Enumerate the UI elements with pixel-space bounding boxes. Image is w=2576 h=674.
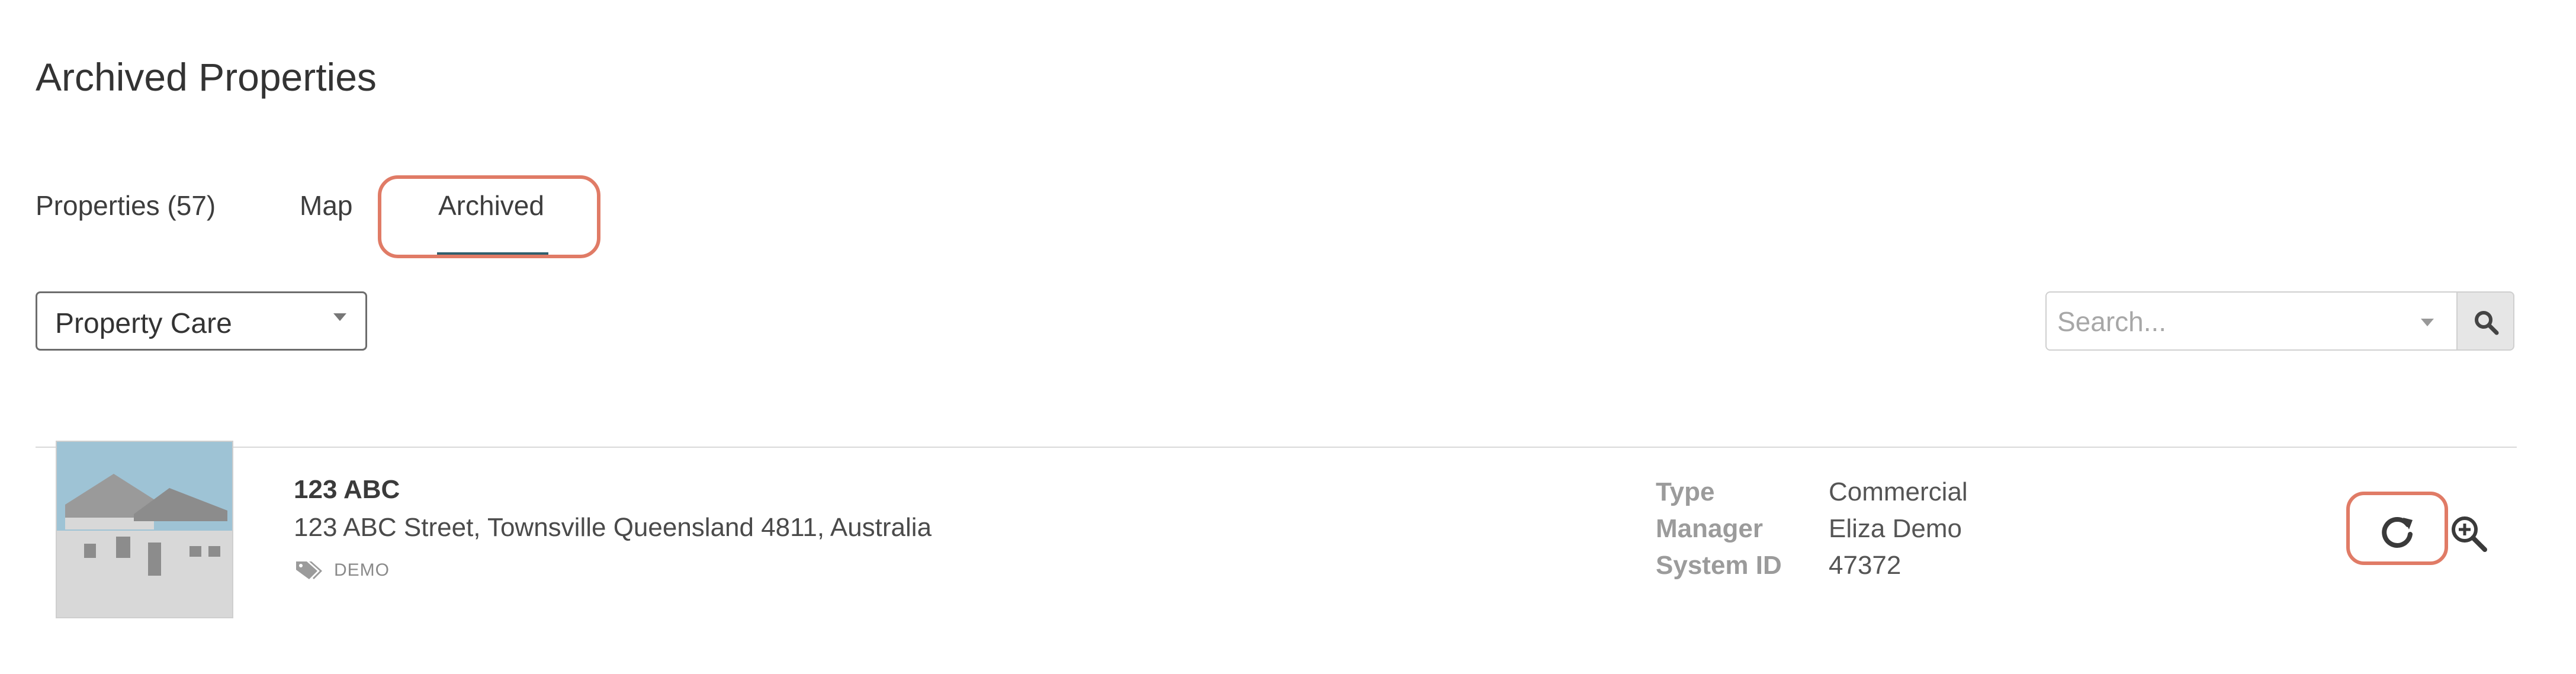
search-input[interactable] [2056, 301, 2390, 342]
tab-map[interactable]: Map [300, 190, 352, 222]
property-name[interactable]: 123 ABC [294, 475, 400, 505]
detail-value: 47372 [1829, 551, 1902, 580]
property-address: 123 ABC Street, Townsville Queensland 48… [294, 513, 932, 542]
detail-label: Type [1656, 477, 1715, 506]
tab-properties[interactable]: Properties (57) [36, 190, 216, 222]
page-title: Archived Properties [36, 55, 377, 99]
property-group-select-value: Property Care [55, 308, 232, 339]
detail-label: Manager [1656, 514, 1763, 543]
tags-icon [296, 561, 322, 579]
detail-value: Eliza Demo [1829, 514, 1962, 543]
tabs-divider [36, 447, 2517, 448]
zoom-in-icon [2452, 516, 2487, 552]
search-dropdown-caret-icon[interactable] [2421, 319, 2434, 326]
search-button[interactable] [2458, 291, 2514, 351]
tag-label: DEMO [334, 560, 390, 580]
view-property-button[interactable] [2448, 513, 2490, 554]
search-icon [2475, 311, 2499, 335]
restore-button[interactable] [2379, 514, 2416, 551]
caret-down-icon [333, 313, 346, 321]
archived-tab-highlight [378, 175, 600, 258]
property-group-select[interactable]: Property Care [36, 291, 367, 351]
property-thumbnail[interactable] [56, 441, 233, 618]
detail-value: Commercial [1829, 477, 1968, 506]
detail-label: System ID [1656, 551, 1782, 580]
archived-properties-page: Archived Properties Properties (57) Map … [0, 0, 2576, 674]
house-placeholder-image [57, 442, 232, 617]
search-box [2045, 291, 2458, 351]
restore-icon [2382, 517, 2413, 548]
